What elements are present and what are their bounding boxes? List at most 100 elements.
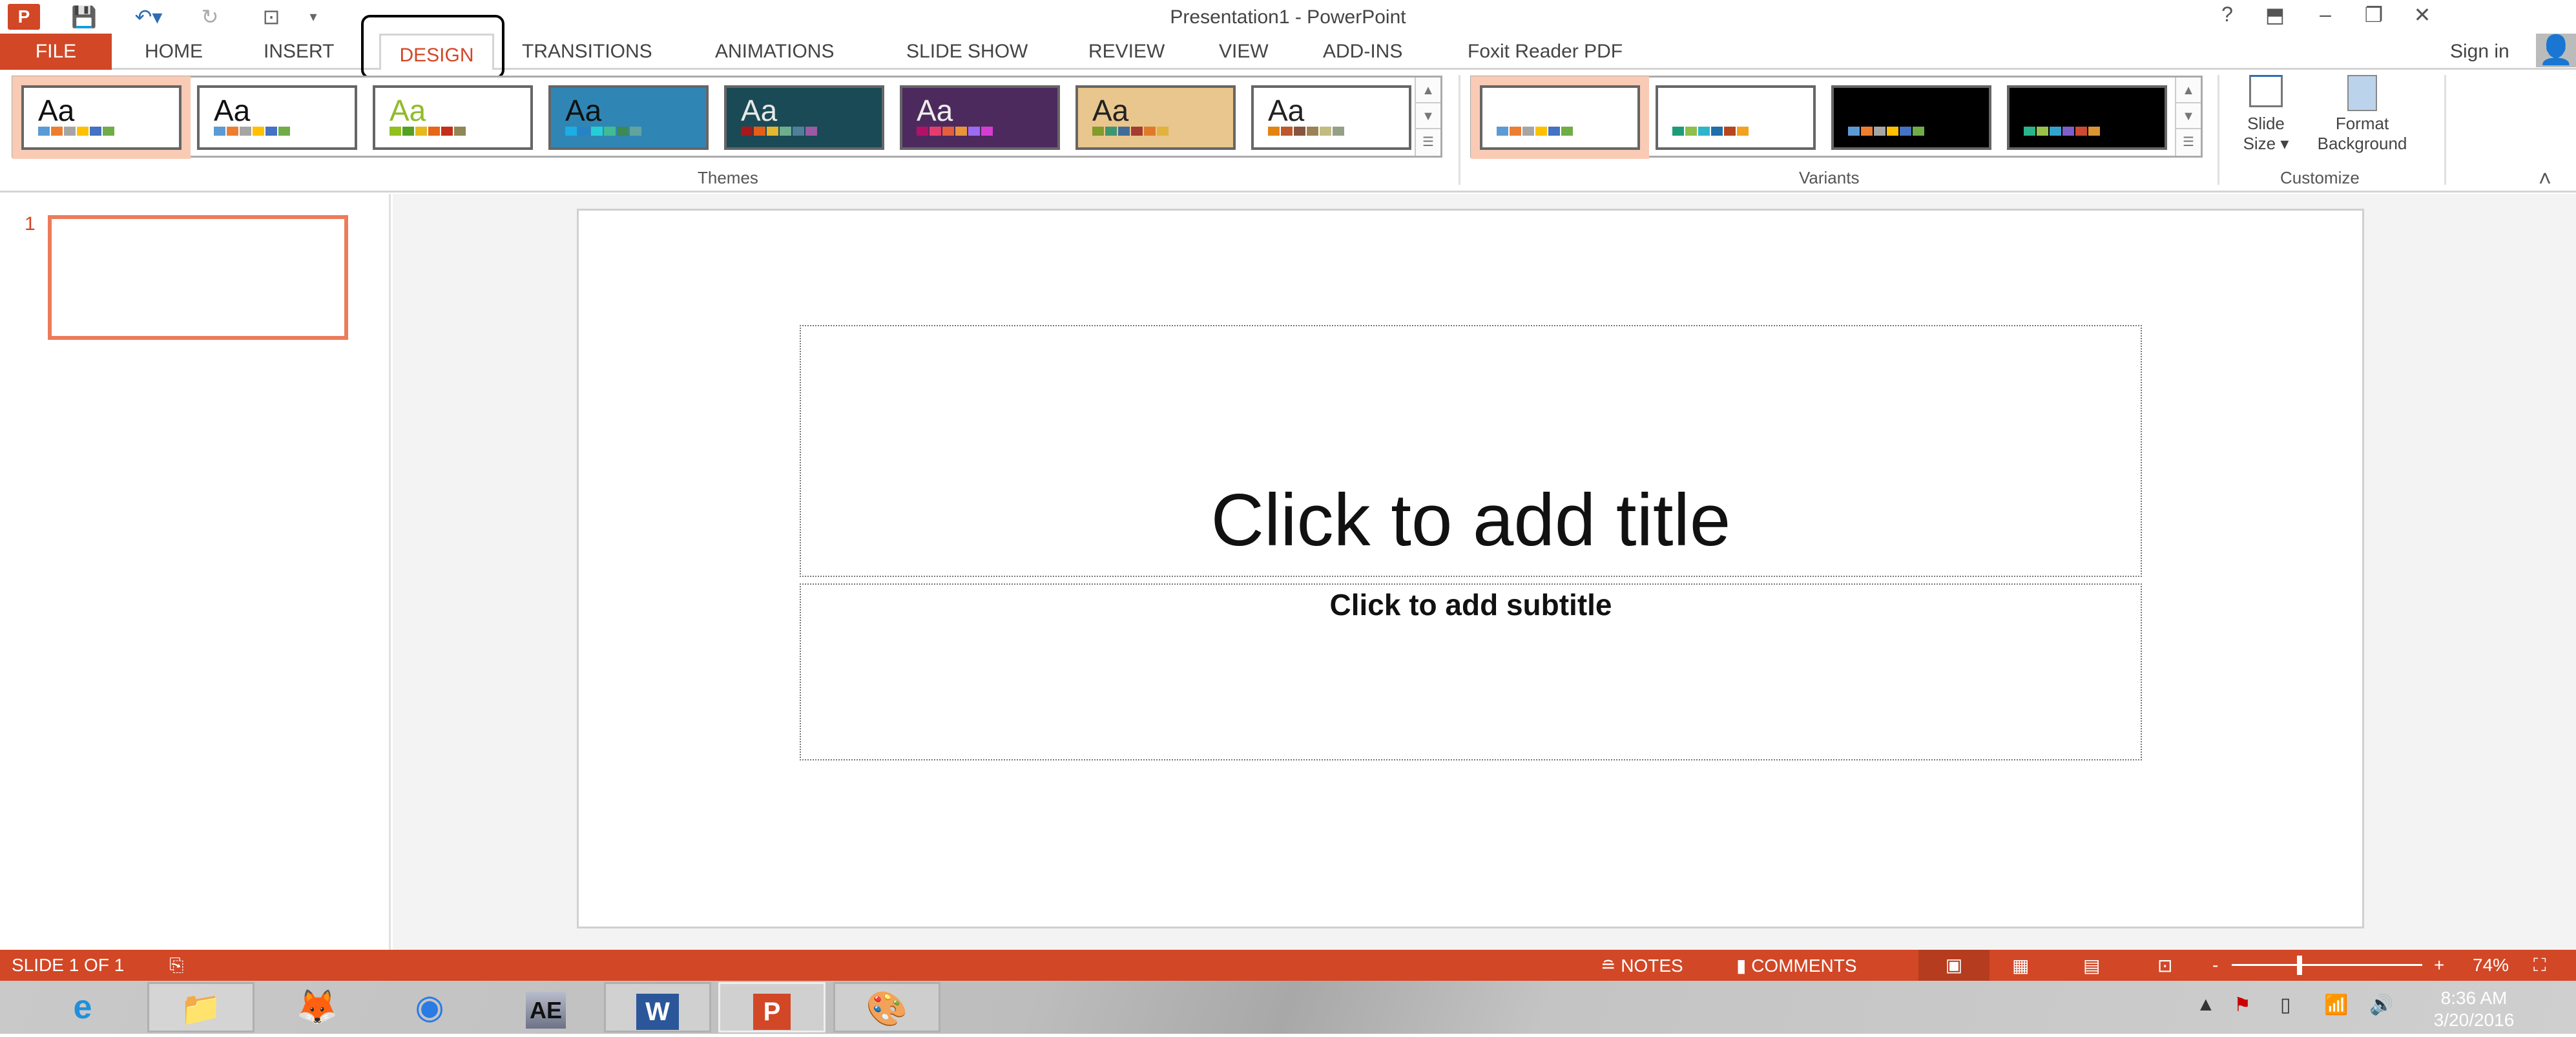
restore-icon[interactable]: ❐ [2358, 3, 2390, 27]
battery-icon[interactable]: ▯ [2280, 994, 2291, 1016]
action-center-icon[interactable]: ⚑ [2234, 994, 2251, 1016]
word-icon[interactable]: W [604, 982, 711, 1032]
variants-scroll[interactable]: ▲ ▼ ☰ [2175, 78, 2201, 156]
tab-foxit-reader-pdf[interactable]: Foxit Reader PDF [1468, 40, 1623, 68]
color-swatch [1144, 127, 1156, 136]
color-swatches [38, 127, 114, 136]
notes-button[interactable]: ≘ NOTES [1601, 955, 1683, 976]
slide-sorter-view-icon[interactable]: ▦ [2012, 955, 2029, 976]
color-swatch [981, 127, 993, 136]
notes-label: NOTES [1621, 956, 1683, 976]
zoom-in-button[interactable]: + [2434, 955, 2444, 976]
color-swatches [565, 127, 641, 136]
zoom-slider-thumb[interactable] [2296, 956, 2302, 975]
color-swatch [617, 127, 628, 136]
spell-check-icon[interactable]: ⎘ [169, 955, 183, 976]
color-swatch [1510, 127, 1521, 136]
time: 8:36 AM [2440, 988, 2508, 1008]
color-swatch [1711, 127, 1723, 136]
zoom-slider[interactable] [2232, 956, 2422, 975]
variant-thumbnail[interactable] [1656, 85, 1816, 150]
color-swatch [805, 127, 817, 136]
theme-preview-text: Aa [565, 94, 602, 127]
show-hidden-icons[interactable]: ▲ [2196, 994, 2216, 1016]
ribbon-display-options-icon[interactable]: ⬒ [2259, 3, 2291, 27]
zoom-level[interactable]: 74% [2473, 955, 2509, 976]
collapse-ribbon-icon[interactable]: ˄ [2539, 167, 2551, 192]
color-swatch [2050, 127, 2061, 136]
slide-canvas[interactable]: Click to add title Click to add subtitle [577, 209, 2364, 928]
more-variants-icon[interactable]: ☰ [2176, 129, 2201, 155]
slide-size-button[interactable]: Slide Size ▾ [2240, 75, 2292, 154]
scroll-up-icon[interactable]: ▲ [1416, 78, 1440, 103]
color-swatch [90, 127, 101, 136]
slide-thumbnail[interactable] [48, 215, 348, 340]
firefox-icon[interactable]: 🦊 [264, 982, 371, 1032]
scroll-down-icon[interactable]: ▼ [2176, 103, 2201, 129]
scroll-up-icon[interactable]: ▲ [2176, 78, 2201, 103]
color-swatch [77, 127, 88, 136]
scroll-down-icon[interactable]: ▼ [1416, 103, 1440, 129]
color-swatch [2024, 127, 2035, 136]
tab-slide-show[interactable]: SLIDE SHOW [906, 40, 1028, 68]
help-icon[interactable]: ? [2211, 3, 2243, 26]
variant-thumbnail[interactable] [1831, 85, 1991, 150]
reading-view-icon[interactable]: ▤ [2083, 955, 2100, 976]
color-swatch [1698, 127, 1710, 136]
fit-slide-icon[interactable]: ⛶ [2533, 955, 2546, 976]
tab-add-ins[interactable]: ADD-INS [1323, 40, 1402, 68]
color-swatch [38, 127, 50, 136]
clock[interactable]: 8:36 AM 3/20/2016 [2429, 987, 2519, 1031]
color-swatch [402, 127, 414, 136]
tab-file[interactable]: FILE [0, 34, 112, 70]
chrome-icon[interactable]: ◉ [376, 982, 483, 1032]
color-swatch [942, 127, 954, 136]
subtitle-placeholder[interactable]: Click to add subtitle [800, 583, 2142, 760]
powerpoint-taskbar-icon[interactable]: P [718, 982, 826, 1032]
color-swatch [1913, 127, 1924, 136]
format-background-button[interactable]: Format Background [2314, 75, 2411, 154]
minimize-icon[interactable]: – [2309, 3, 2342, 26]
tab-insert[interactable]: INSERT [264, 40, 334, 68]
volume-icon[interactable]: 🔊 [2369, 994, 2393, 1016]
user-avatar-icon[interactable]: 👤 [2536, 34, 2576, 67]
slide-show-view-icon[interactable]: ⊡ [2157, 955, 2172, 976]
internet-explorer-icon[interactable]: e [29, 982, 136, 1032]
color-swatch [2075, 127, 2087, 136]
themes-scroll[interactable]: ▲ ▼ ☰ [1415, 78, 1440, 156]
tab-home[interactable]: HOME [145, 40, 203, 68]
variant-thumbnail[interactable] [2007, 85, 2167, 150]
network-icon[interactable]: 📶 [2324, 994, 2348, 1016]
theme-thumbnail[interactable]: Aa [900, 85, 1060, 150]
variants-group-label: Variants [1799, 168, 1860, 187]
close-icon[interactable]: ✕ [2406, 3, 2438, 27]
paint-icon[interactable]: 🎨 [833, 982, 940, 1032]
theme-thumbnail[interactable]: Aa [724, 85, 884, 150]
comments-button[interactable]: ▮ COMMENTS [1736, 955, 1857, 976]
variant-thumbnail[interactable] [1471, 76, 1649, 159]
sign-in-link[interactable]: Sign in [2450, 40, 2509, 68]
file-explorer-icon[interactable]: 📁 [147, 982, 254, 1032]
color-swatch [1157, 127, 1169, 136]
themes-group-label: Themes [698, 168, 758, 187]
theme-thumbnail[interactable]: Aa [12, 76, 191, 159]
normal-view-button[interactable]: ▣ [1918, 950, 1989, 981]
tab-review[interactable]: REVIEW [1088, 40, 1165, 68]
status-bar: SLIDE 1 OF 1 ⎘ ≘ NOTES ▮ COMMENTS ▣ ▦ ▤ … [0, 950, 2576, 981]
zoom-out-button[interactable]: - [2212, 955, 2218, 976]
after-effects-icon[interactable]: AE [492, 982, 599, 1032]
theme-thumbnail[interactable]: Aa [1251, 85, 1411, 150]
more-themes-icon[interactable]: ☰ [1416, 129, 1440, 155]
theme-thumbnail[interactable]: Aa [373, 85, 533, 150]
color-swatch [930, 127, 941, 136]
tab-animations[interactable]: ANIMATIONS [715, 40, 834, 68]
color-swatch [917, 127, 928, 136]
color-swatch [2088, 127, 2100, 136]
color-swatches [1672, 127, 1749, 136]
tab-view[interactable]: VIEW [1219, 40, 1269, 68]
title-placeholder[interactable]: Click to add title [800, 325, 2142, 577]
theme-thumbnail[interactable]: Aa [197, 85, 357, 150]
theme-thumbnail[interactable]: Aa [548, 85, 709, 150]
tab-transitions[interactable]: TRANSITIONS [522, 40, 652, 68]
theme-thumbnail[interactable]: Aa [1075, 85, 1236, 150]
